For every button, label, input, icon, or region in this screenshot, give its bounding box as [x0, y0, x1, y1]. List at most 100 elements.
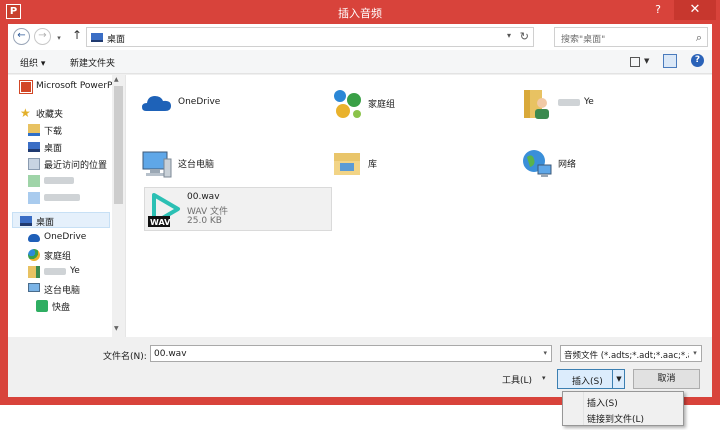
item-label: 这台电脑: [178, 160, 215, 170]
sidebar-item-label: 家庭组: [44, 252, 72, 262]
forward-button[interactable]: →: [34, 28, 51, 45]
blurred-icon: [28, 192, 40, 204]
wav-audio-file-icon: WAV: [148, 193, 180, 227]
organize-button[interactable]: 组织 ▾: [20, 56, 45, 69]
homegroup-icon: [28, 249, 40, 261]
sidebar-item-downloads[interactable]: 下载: [8, 122, 112, 138]
scroll-down-arrow-icon[interactable]: ▼: [114, 325, 119, 332]
file-name: 00.wav: [187, 192, 220, 202]
blurred-label: [44, 177, 74, 184]
sidebar-item-label: 快盘: [52, 303, 71, 313]
blurred-icon: [28, 175, 40, 187]
address-bar[interactable]: 桌面 ▾ ↻: [86, 27, 534, 47]
onedrive-icon: [28, 234, 40, 242]
blurred-label: [44, 194, 80, 201]
desktop-icon: [20, 216, 32, 226]
blurred-label: [44, 268, 66, 275]
sidebar-item-homegroup[interactable]: 家庭组: [8, 247, 112, 263]
sidebar-item-desktop[interactable]: 桌面: [8, 139, 112, 155]
item-label: OneDrive: [178, 97, 221, 107]
help-icon[interactable]: ?: [691, 54, 704, 67]
tools-button[interactable]: 工具(L): [502, 373, 532, 386]
insert-button[interactable]: 插入(S): [572, 374, 603, 387]
recent-places-icon: [28, 158, 40, 170]
scrollbar-thumb[interactable]: [114, 86, 123, 204]
address-dropdown-button[interactable]: ▾: [507, 31, 511, 40]
command-toolbar: 组织 ▾ 新建文件夹 ▼ ?: [8, 50, 712, 74]
file-type-filter-select[interactable]: 音频文件 (*.adts;*.adt;*.aac;*.a ▾: [560, 345, 702, 362]
homegroup-icon: [334, 90, 361, 118]
filename-dropdown-button[interactable]: ▾: [543, 349, 547, 357]
menu-separator: [583, 392, 584, 425]
sidebar-item-label: Ye: [70, 266, 80, 276]
sidebar-item-blurred-1[interactable]: [8, 173, 112, 189]
insert-options-menu: 插入(S) 链接到文件(L): [562, 391, 684, 426]
sidebar-item-label: 最近访问的位置: [44, 161, 108, 171]
insert-dropdown-arrow-icon[interactable]: ▼: [612, 370, 625, 388]
navigation-pane: Microsoft PowerPoint ★ 收藏夹 下载 桌面 最近访问的位置: [8, 75, 126, 337]
preview-pane-button[interactable]: [663, 54, 677, 68]
sidebar-item-desktop-root[interactable]: 桌面: [12, 212, 110, 228]
change-view-button[interactable]: ▼: [628, 54, 654, 70]
sidebar-item-label: OneDrive: [44, 232, 87, 242]
up-level-button[interactable]: ↑: [70, 28, 84, 45]
item-this-pc[interactable]: 这台电脑: [136, 145, 316, 185]
recent-locations-button[interactable]: ▾: [54, 31, 64, 48]
desktop-icon: [91, 33, 103, 42]
sidebar-scrollbar[interactable]: ▲ ▼: [112, 75, 125, 337]
library-icon: [334, 153, 360, 175]
menu-item-insert[interactable]: 插入(S): [587, 396, 618, 409]
dialog-title: 插入音频: [338, 7, 382, 20]
item-label: 家庭组: [368, 100, 396, 110]
view-grid-icon: [630, 57, 640, 67]
file-type-filter-value: 音频文件 (*.adts;*.adt;*.aac;*.a: [564, 351, 694, 361]
filename-input[interactable]: 00.wav ▾: [150, 345, 552, 362]
navigation-bar: ← → ▾ ↑ 桌面 ▾ ↻ 搜索"桌面" ⌕: [8, 24, 712, 50]
sidebar-item-label: 下载: [44, 127, 63, 137]
blurred-label: [558, 99, 580, 106]
new-folder-button[interactable]: 新建文件夹: [70, 56, 115, 69]
insert-audio-dialog: P 插入音频 ? ✕ ← → ▾ ↑ 桌面 ▾ ↻ 搜索"桌面" ⌕ 组织 ▾ …: [0, 0, 720, 405]
item-library[interactable]: 库: [326, 145, 506, 185]
item-network[interactable]: 网络: [516, 145, 696, 185]
sidebar-item-label: 桌面: [36, 218, 55, 228]
dialog-client-area: ← → ▾ ↑ 桌面 ▾ ↻ 搜索"桌面" ⌕ 组织 ▾ 新建文件夹 ▼ ? M…: [8, 24, 712, 397]
search-placeholder: 搜索"桌面": [561, 35, 606, 45]
cancel-button[interactable]: 取消: [633, 369, 700, 389]
item-label: Ye: [584, 97, 594, 107]
download-folder-icon: [28, 124, 40, 136]
sidebar-item-this-pc[interactable]: 这台电脑: [8, 281, 112, 297]
user-folder-icon: [28, 266, 40, 278]
sidebar-item-user[interactable]: Ye: [8, 264, 112, 280]
search-input[interactable]: 搜索"桌面" ⌕: [554, 27, 708, 47]
scroll-up-arrow-icon[interactable]: ▲: [114, 76, 119, 83]
wav-badge: WAV: [150, 218, 171, 227]
search-icon[interactable]: ⌕: [696, 31, 702, 45]
sidebar-item-recent[interactable]: 最近访问的位置: [8, 156, 112, 172]
sidebar-item-onedrive[interactable]: OneDrive: [8, 230, 112, 246]
file-size: 25.0 KB: [187, 216, 222, 226]
window-help-button[interactable]: ?: [646, 0, 670, 20]
window-close-button[interactable]: ✕: [674, 0, 716, 20]
sidebar-item-powerpoint[interactable]: Microsoft PowerPoint: [8, 79, 125, 95]
powerpoint-icon: [19, 80, 33, 94]
network-icon: [523, 150, 552, 177]
insert-split-button[interactable]: 插入(S) ▼: [557, 369, 625, 389]
sidebar-item-blurred-2[interactable]: [8, 190, 112, 206]
tools-dropdown-icon[interactable]: ▾: [542, 374, 546, 382]
filter-dropdown-button[interactable]: ▾: [689, 346, 701, 361]
computer-icon: [142, 151, 172, 178]
item-onedrive[interactable]: OneDrive: [136, 85, 316, 125]
file-item-wav[interactable]: WAV 00.wav WAV 文件 25.0 KB: [144, 187, 332, 231]
sidebar-item-kuaipan[interactable]: 快盘: [16, 298, 120, 314]
item-user-folder[interactable]: Ye: [516, 85, 696, 125]
sidebar-item-label: 桌面: [44, 144, 63, 154]
filename-label: 文件名(N):: [103, 352, 147, 362]
refresh-button[interactable]: ↻: [520, 30, 529, 43]
menu-item-link-to-file[interactable]: 链接到文件(L): [587, 412, 644, 425]
user-folder-icon: [524, 90, 549, 119]
back-button[interactable]: ←: [13, 28, 30, 45]
sidebar-item-favorites[interactable]: ★ 收藏夹: [8, 105, 112, 121]
item-homegroup[interactable]: 家庭组: [326, 85, 506, 125]
item-label: 网络: [558, 160, 577, 170]
